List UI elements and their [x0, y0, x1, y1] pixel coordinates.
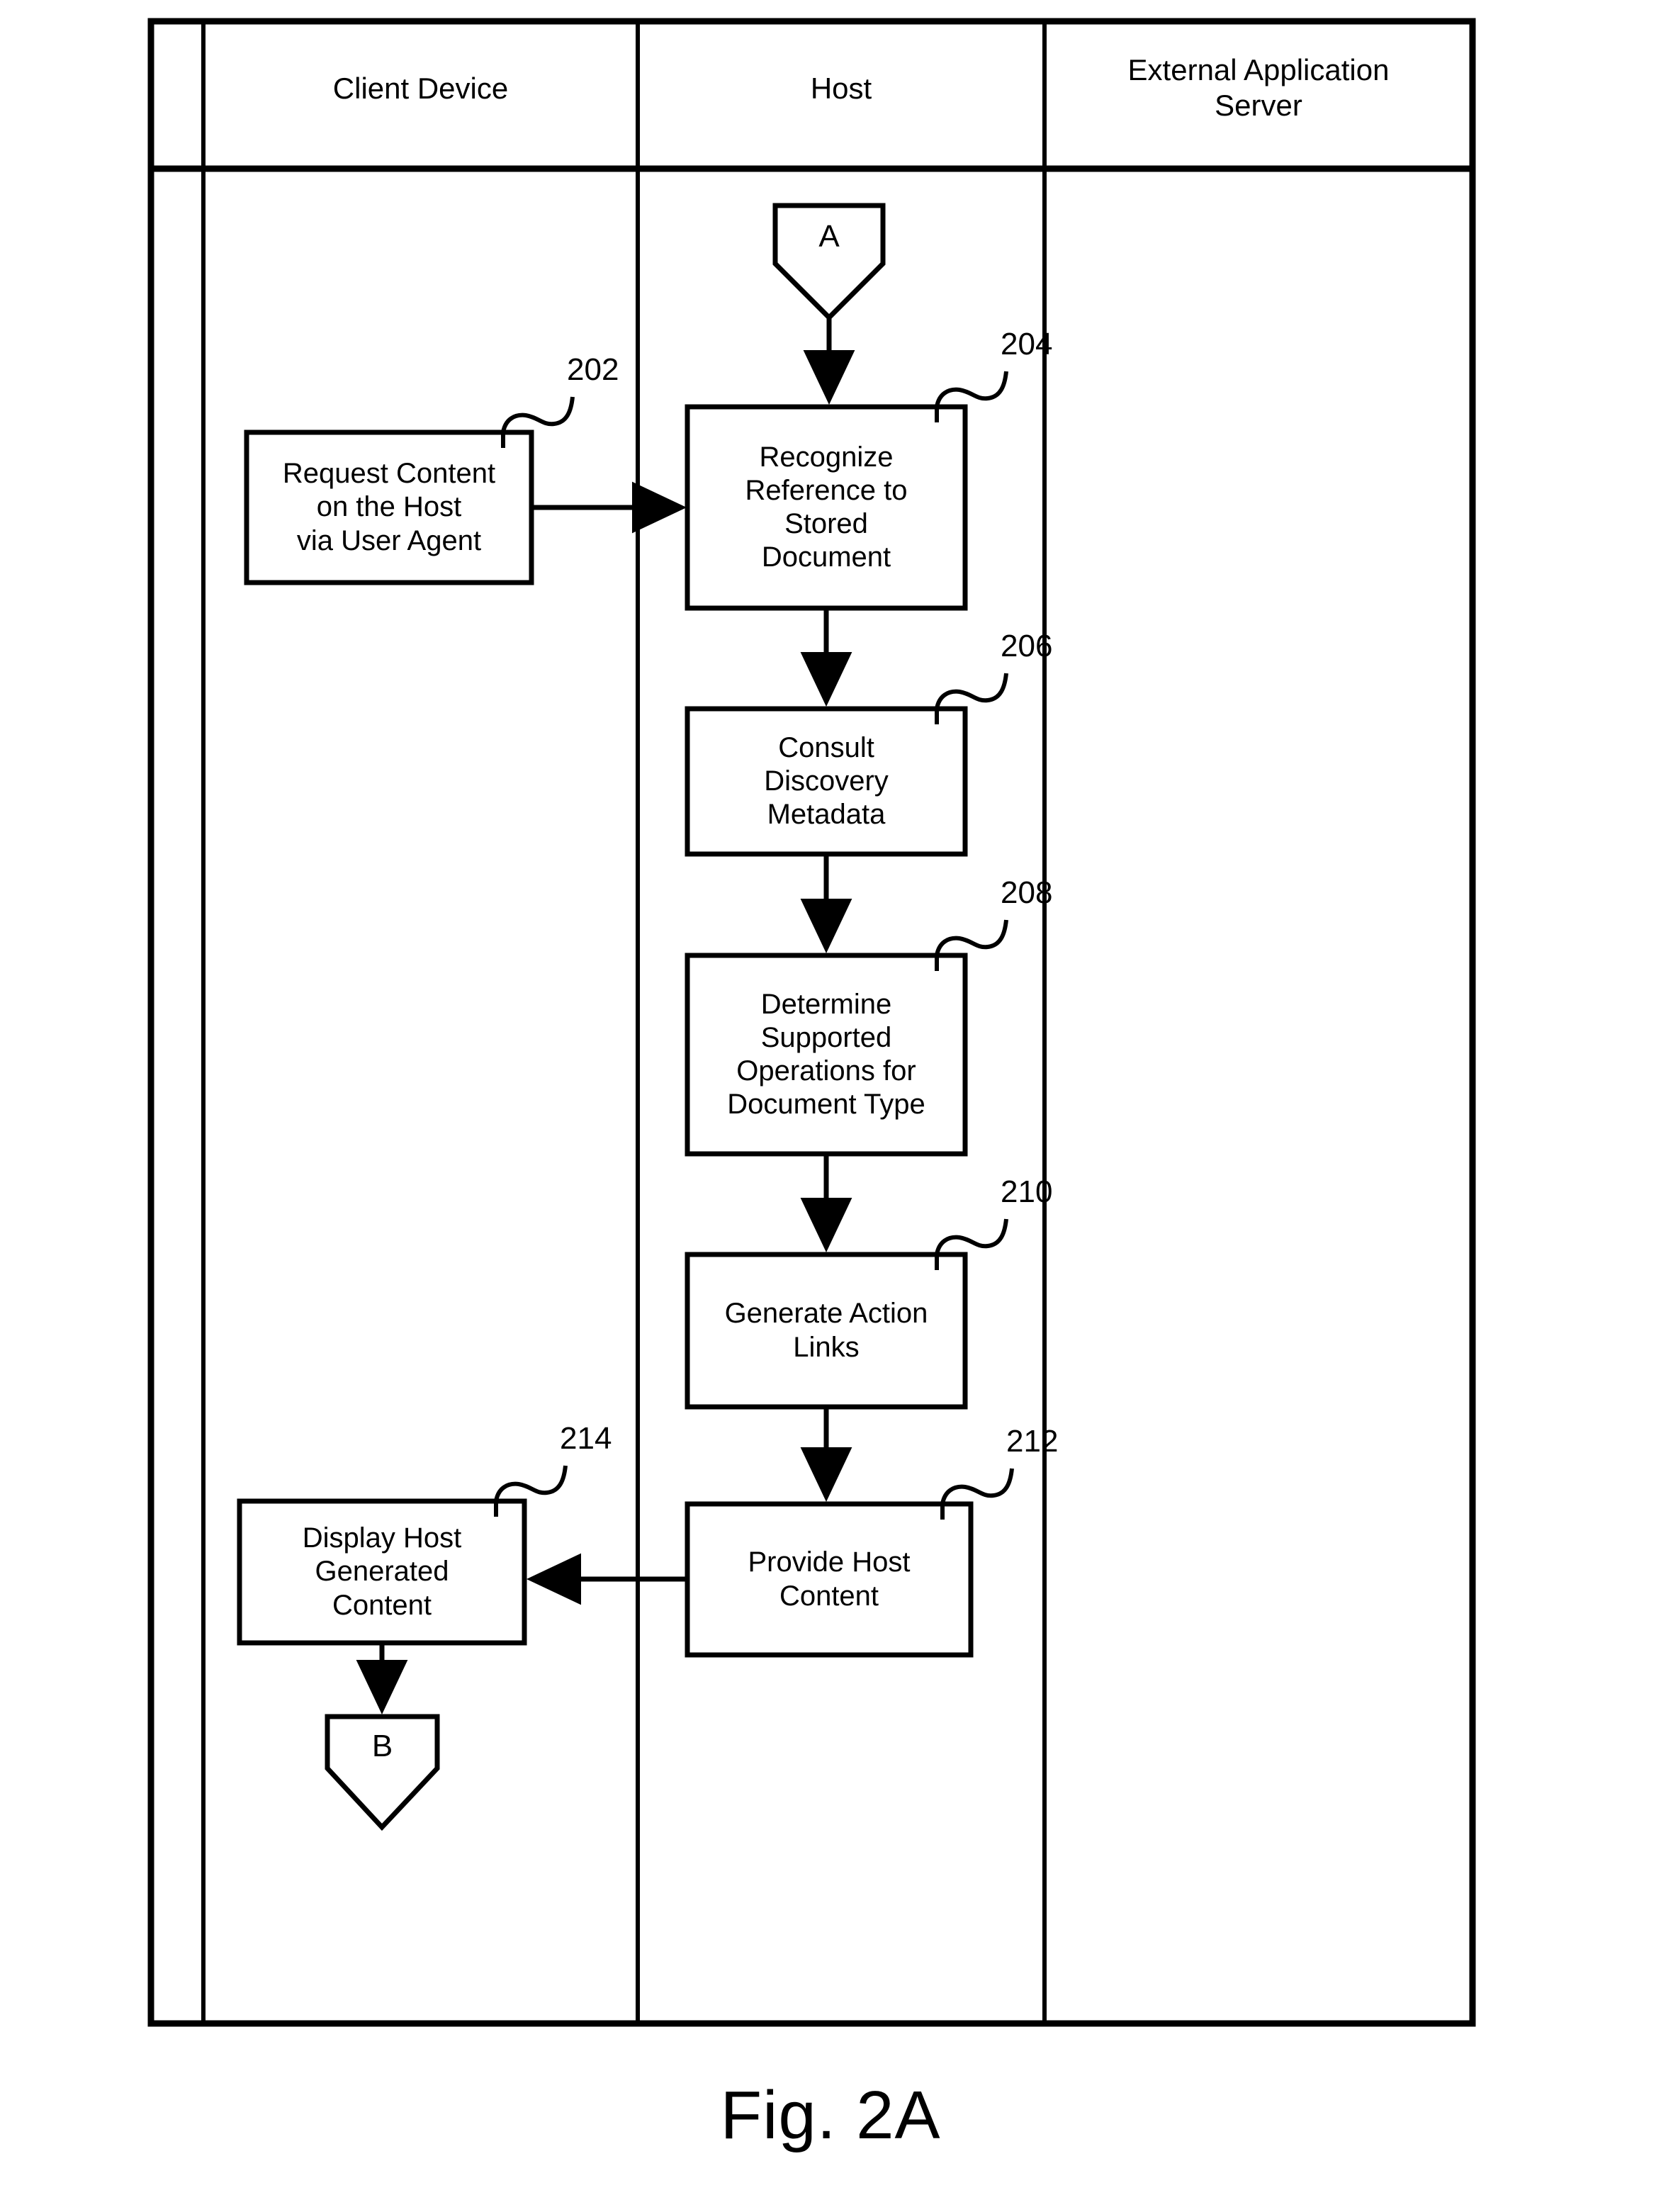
reference-numeral-214-text: 214 [560, 1421, 612, 1456]
figure-caption-text: Fig. 2A [720, 2077, 941, 2154]
leader-line-208 [935, 919, 1008, 956]
connector-a-label-wrap: A [775, 209, 883, 264]
reference-numeral-202-text: 202 [567, 352, 619, 387]
leader-line-206 [935, 673, 1008, 709]
swimlane-header-client-device: Client Device [203, 50, 638, 128]
connector-b-label-wrap: B [327, 1721, 437, 1772]
step-label-206-wrap: Consult Discovery Metadata [687, 709, 965, 854]
step-label-202-wrap: Request Content on the Host via User Age… [247, 432, 531, 583]
step-label-210-wrap: Generate Action Links [687, 1254, 965, 1407]
reference-numeral-210: 210 [1001, 1174, 1093, 1211]
reference-numeral-212: 212 [1006, 1423, 1098, 1460]
swimlane-header-external-application-server-label: External Application Server [1127, 53, 1390, 122]
reference-numeral-202: 202 [567, 352, 659, 388]
step-label-214: Display Host Generated Content [302, 1522, 462, 1621]
reference-numeral-214: 214 [560, 1420, 652, 1457]
step-label-214-wrap: Display Host Generated Content [240, 1501, 524, 1643]
step-label-204: Recognize Reference to Stored Document [745, 441, 908, 573]
swimlane-header-host-label: Host [810, 72, 872, 106]
reference-numeral-206-text: 206 [1001, 629, 1053, 663]
leader-line-214 [494, 1465, 568, 1502]
reference-numeral-210-text: 210 [1001, 1174, 1053, 1209]
reference-numeral-208-text: 208 [1001, 875, 1053, 910]
reference-numeral-206: 206 [1001, 628, 1093, 665]
figure-sheet: Client Device Host External Application … [0, 0, 1661, 2212]
step-label-210: Generate Action Links [724, 1298, 928, 1363]
swimlane-header-client-device-label: Client Device [332, 72, 509, 106]
step-label-202: Request Content on the Host via User Age… [282, 458, 496, 556]
leader-line-202 [501, 396, 575, 433]
reference-numeral-204: 204 [1001, 326, 1093, 363]
connector-a-label: A [818, 219, 840, 254]
step-label-204-wrap: Recognize Reference to Stored Document [687, 407, 965, 608]
connector-b-label: B [371, 1729, 393, 1764]
step-label-206: Consult Discovery Metadata [764, 731, 889, 831]
reference-numeral-208: 208 [1001, 875, 1093, 911]
reference-numeral-204-text: 204 [1001, 327, 1053, 361]
swimlane-header-host: Host [638, 50, 1045, 128]
step-label-208: Determine Supported Operations for Docum… [727, 988, 925, 1121]
swimlane-header-external-application-server: External Application Server [1045, 31, 1473, 145]
step-label-212-wrap: Provide Host Content [687, 1504, 971, 1655]
reference-numeral-212-text: 212 [1006, 1424, 1059, 1459]
leader-line-210 [935, 1218, 1008, 1255]
leader-line-212 [940, 1468, 1014, 1505]
leader-line-204 [935, 371, 1008, 408]
figure-caption: Fig. 2A [547, 2066, 1114, 2165]
step-label-212: Provide Host Content [748, 1546, 911, 1612]
step-label-208-wrap: Determine Supported Operations for Docum… [687, 955, 965, 1154]
